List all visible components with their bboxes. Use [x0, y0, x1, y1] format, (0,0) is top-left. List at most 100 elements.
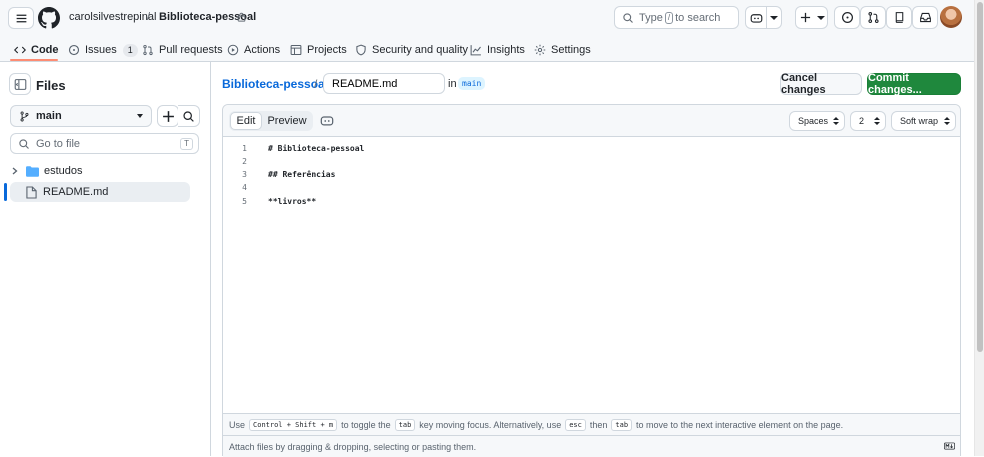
in-branch-label: in [448, 78, 457, 90]
tab-insights[interactable]: Insights [470, 40, 525, 60]
user-avatar[interactable] [940, 6, 962, 28]
branch-pill: main [458, 77, 486, 90]
folder-icon [26, 165, 39, 177]
tree-item-file-selected[interactable]: README.md [10, 182, 190, 202]
chevron-down-icon [816, 15, 825, 20]
global-search-input[interactable]: Type / to search [614, 6, 739, 29]
tab-settings[interactable]: Settings [534, 40, 591, 60]
play-icon [227, 44, 239, 56]
search-files-button[interactable] [178, 105, 200, 127]
indent-size-select[interactable]: 2 [850, 111, 886, 131]
hint-text: key moving focus. Alternatively, use [419, 419, 562, 430]
page-scrollbar[interactable] [974, 0, 984, 456]
repositories-button[interactable] [886, 6, 912, 29]
create-new-dropdown[interactable] [814, 7, 827, 28]
code-line: 2 [223, 157, 960, 170]
create-new-split-button[interactable] [795, 6, 828, 29]
tree-item-label: estudos [44, 165, 83, 177]
tree-item-folder[interactable]: estudos [10, 161, 190, 181]
go-to-file-shortcut: T [180, 138, 193, 150]
tab-issues[interactable]: Issues 1 [68, 40, 138, 60]
gear-icon [534, 44, 546, 56]
wrap-mode-select[interactable]: Soft wrap [891, 111, 956, 131]
issues-count-badge: 1 [122, 43, 138, 57]
search-icon [183, 110, 194, 122]
copilot-dropdown[interactable] [766, 7, 781, 28]
tab-label: Security and quality [372, 44, 468, 56]
line-text: # Biblioteca-pessoal [268, 144, 365, 153]
select-arrows-icon [833, 117, 839, 125]
pull-requests-button[interactable] [860, 6, 886, 29]
issues-button[interactable] [834, 6, 860, 29]
code-line: 3 ## Referências [223, 170, 960, 183]
code-editor: Edit Preview Spaces 2 Soft wrap 1 # Bibl… [222, 104, 961, 457]
markdown-icon [944, 442, 955, 450]
tab-label: Issues [85, 44, 117, 56]
issue-opened-icon [68, 44, 80, 56]
shortcut-key: Control + Shift + m [249, 418, 338, 431]
keyboard-hint-bar: Use Control + Shift + m to toggle the ta… [223, 413, 960, 435]
copilot-icon[interactable] [320, 114, 334, 127]
repo-owner-link[interactable]: carolsilvestrepinal [69, 11, 156, 23]
indent-mode-value: Spaces [798, 116, 829, 126]
go-to-file-placeholder: Go to file [36, 137, 81, 150]
tab-code[interactable]: Code [14, 40, 59, 60]
sidebar-title: Files [36, 78, 66, 93]
tab-key: tab [611, 418, 633, 431]
add-file-button[interactable] [157, 105, 179, 127]
global-header: carolsilvestrepinal / Biblioteca-pessoal… [0, 0, 974, 62]
filename-input[interactable] [323, 73, 445, 94]
search-prefix: Type [639, 11, 663, 24]
inbox-button[interactable] [912, 6, 938, 29]
copilot-icon [750, 13, 762, 23]
search-icon [623, 12, 633, 23]
chevron-right-icon [12, 167, 18, 175]
scrollbar-thumb[interactable] [977, 2, 983, 352]
line-number: 4 [242, 183, 247, 192]
branch-selector[interactable]: main [10, 105, 152, 127]
select-arrows-icon [944, 117, 950, 125]
go-to-file-input[interactable]: Go to file T [10, 133, 199, 154]
attach-files-bar[interactable]: Attach files by dragging & dropping, sel… [223, 435, 960, 457]
tab-projects[interactable]: Projects [290, 40, 347, 60]
file-tree-sidebar: Files main Go to file T estudos README.m… [0, 62, 211, 456]
commit-changes-button[interactable]: Commit changes... [867, 72, 961, 96]
tab-label: Insights [487, 44, 525, 56]
search-icon [19, 138, 29, 149]
editor-toolbar: Edit Preview Spaces 2 Soft wrap [223, 105, 960, 137]
copilot-button[interactable] [746, 7, 766, 28]
search-suffix: to search [675, 11, 721, 24]
line-number: 5 [242, 197, 247, 206]
shield-icon [356, 44, 366, 56]
repo-icon [895, 12, 903, 23]
tab-pull-requests[interactable]: Pull requests [142, 40, 223, 60]
collapse-sidebar-button[interactable] [9, 73, 31, 95]
lock-icon [237, 12, 246, 22]
header-top-row: carolsilvestrepinal / Biblioteca-pessoal… [0, 0, 974, 36]
tab-label: Projects [307, 44, 347, 56]
tab-actions[interactable]: Actions [227, 40, 280, 60]
chevron-down-icon [770, 15, 778, 20]
chevron-down-icon [137, 114, 143, 118]
tab-label: Pull requests [159, 44, 223, 56]
cancel-changes-button[interactable]: Cancel changes [780, 72, 862, 96]
attach-files-text: Attach files by dragging & dropping, sel… [229, 441, 477, 452]
breadcrumb-repo-link[interactable]: Biblioteca-pessoal [222, 77, 328, 91]
menu-button[interactable] [8, 7, 34, 29]
edit-mode-toggle: Edit Preview [229, 111, 313, 131]
line-text: ## Referências [268, 170, 336, 179]
sidebar-collapse-icon [14, 78, 26, 90]
code-line: 5 **livros** [223, 197, 960, 210]
edit-tab[interactable]: Edit [230, 112, 262, 130]
create-new-button[interactable] [796, 7, 814, 28]
select-arrows-icon [874, 117, 880, 125]
pull-request-icon [143, 44, 153, 56]
tab-security[interactable]: Security and quality [355, 40, 468, 60]
code-icon [14, 46, 26, 54]
indent-mode-select[interactable]: Spaces [789, 111, 845, 131]
pull-request-icon [867, 12, 879, 23]
github-logo-icon[interactable] [38, 7, 60, 29]
preview-tab[interactable]: Preview [262, 112, 312, 130]
code-line: 4 [223, 183, 960, 196]
copilot-split-button[interactable] [745, 6, 782, 29]
